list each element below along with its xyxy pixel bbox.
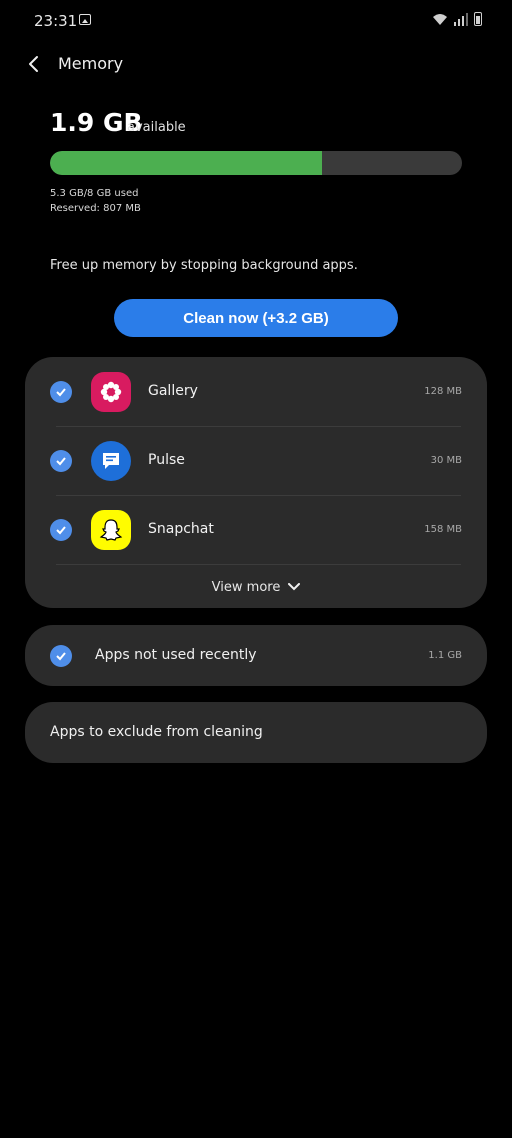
status-icons — [432, 12, 482, 26]
check-icon — [56, 457, 66, 466]
apps-not-used-recently-row[interactable]: Apps not used recently 1.1 GB — [25, 625, 487, 686]
app-size: 158 MB — [424, 524, 462, 535]
apps-list-card: Gallery 128 MB Pulse 30 MB Snapchat 158 … — [25, 357, 487, 608]
wifi-icon — [433, 14, 447, 25]
memory-used-text: 5.3 GB/8 GB used — [50, 188, 139, 199]
check-icon — [56, 388, 66, 397]
divider — [56, 564, 461, 565]
chevron-down-icon — [288, 583, 301, 591]
checkbox-apps-not-used[interactable] — [50, 645, 72, 667]
memory-available-label: available — [127, 120, 186, 135]
apps-not-used-size: 1.1 GB — [428, 650, 462, 661]
checkbox-snapchat[interactable] — [50, 519, 72, 541]
status-bar: 23:31 — [0, 0, 512, 40]
battery-icon — [474, 12, 482, 26]
apps-not-used-label: Apps not used recently — [95, 647, 257, 663]
memory-usage-fill — [50, 151, 322, 175]
app-row-snapchat[interactable]: Snapchat 158 MB — [25, 495, 487, 564]
snapchat-icon — [91, 510, 131, 550]
apps-to-exclude-label: Apps to exclude from cleaning — [50, 724, 263, 740]
signal-icon — [454, 13, 468, 26]
apps-to-exclude-row[interactable]: Apps to exclude from cleaning — [25, 702, 487, 763]
clean-now-button[interactable]: Clean now (+3.2 GB) — [114, 299, 398, 337]
hint-text: Free up memory by stopping background ap… — [50, 258, 358, 273]
image-notification-icon — [79, 14, 91, 25]
check-icon — [56, 652, 66, 661]
pulse-icon — [91, 441, 131, 481]
app-row-gallery[interactable]: Gallery 128 MB — [25, 357, 487, 426]
header: Memory — [0, 44, 512, 84]
app-name: Snapchat — [148, 521, 214, 537]
app-size: 128 MB — [424, 386, 462, 397]
check-icon — [56, 526, 66, 535]
page-title: Memory — [58, 54, 124, 73]
app-size: 30 MB — [430, 455, 462, 466]
status-time: 23:31 — [34, 12, 78, 30]
app-row-pulse[interactable]: Pulse 30 MB — [25, 426, 487, 495]
memory-reserved-text: Reserved: 807 MB — [50, 203, 141, 214]
checkbox-gallery[interactable] — [50, 381, 72, 403]
view-more-label: View more — [211, 579, 281, 595]
gallery-icon — [91, 372, 131, 412]
back-arrow-icon[interactable] — [24, 54, 44, 74]
app-name: Pulse — [148, 452, 185, 468]
app-name: Gallery — [148, 383, 198, 399]
view-more-button[interactable]: View more — [25, 572, 487, 602]
checkbox-pulse[interactable] — [50, 450, 72, 472]
memory-usage-bar — [50, 151, 462, 175]
